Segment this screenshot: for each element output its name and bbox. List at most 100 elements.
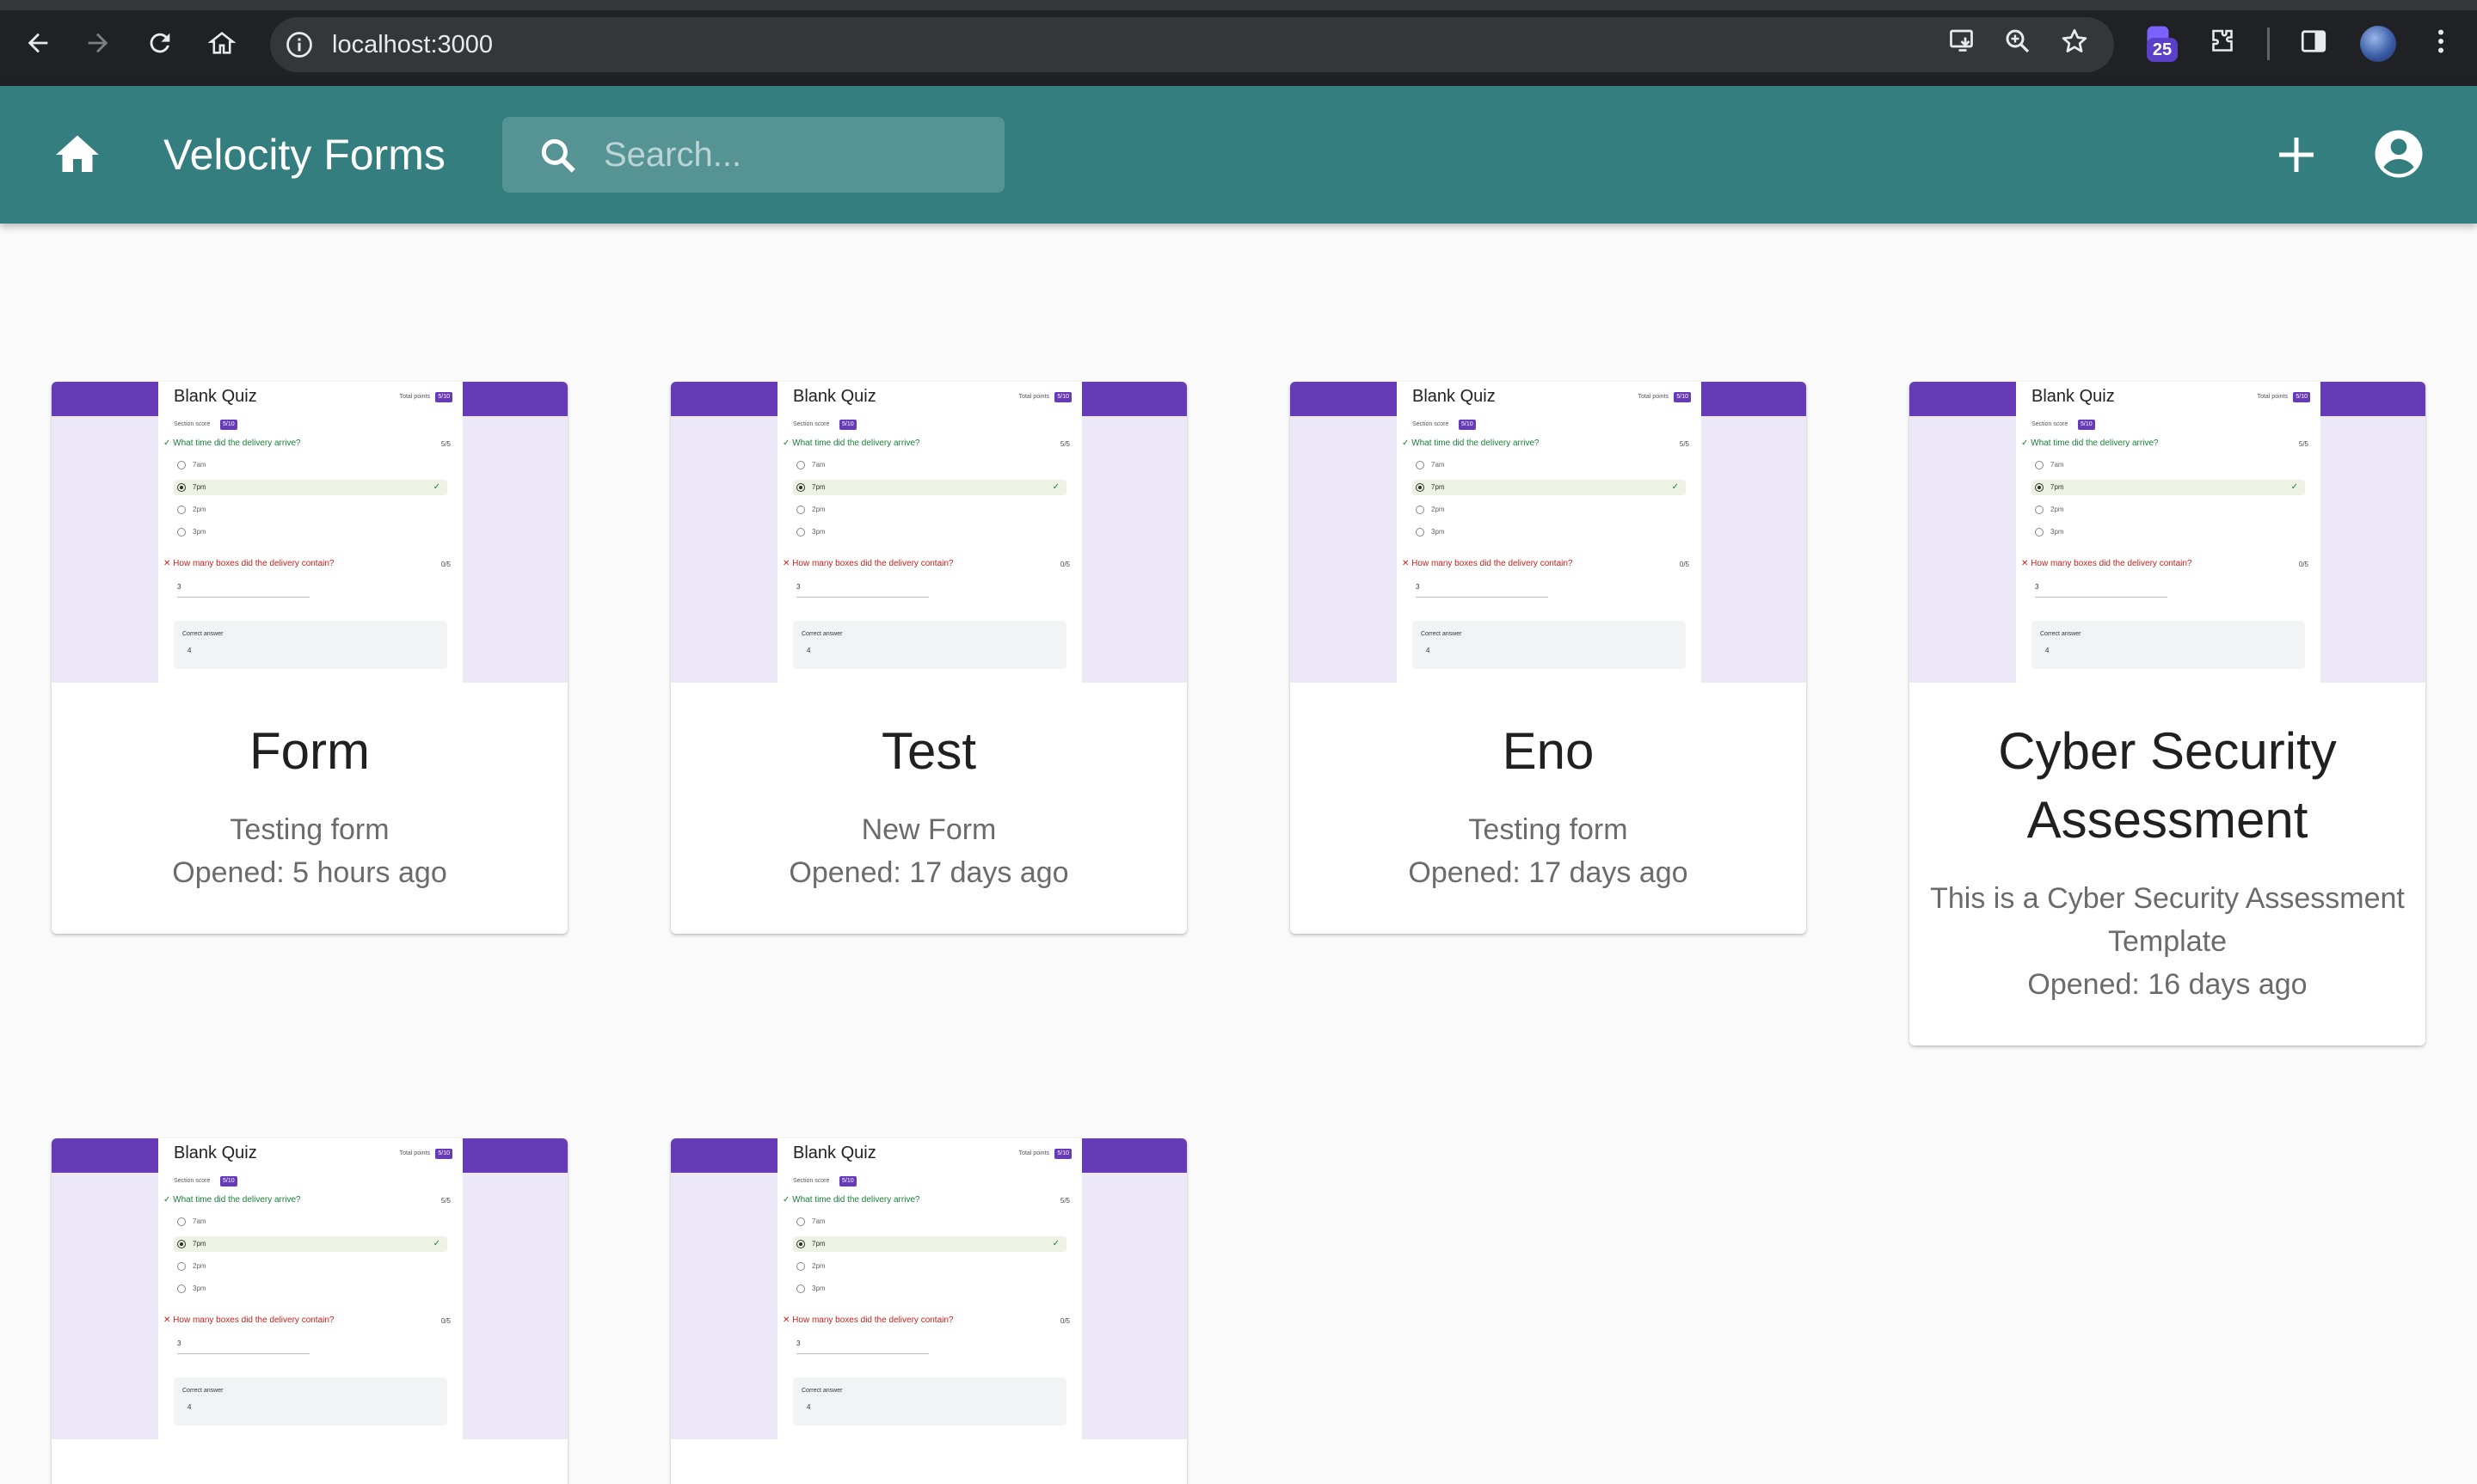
form-card[interactable]: Blank Quiz Total points 5/10 Section sco… [671,1138,1187,1484]
form-card-body [671,1439,1187,1484]
total-points-badge: 5/10 [1054,1149,1072,1159]
reload-icon[interactable] [143,26,177,60]
question-1-points: 5/5 [2298,440,2308,448]
answer-underline [177,1353,310,1354]
bookmark-star-icon[interactable] [2059,26,2090,61]
add-form-icon[interactable] [2271,129,2322,181]
form-preview-thumbnail: Blank Quiz Total points 5/10 Section sco… [52,382,568,683]
correct-answer-value: 4 [807,1403,811,1411]
side-panel-icon[interactable] [2298,26,2329,61]
correct-answer-label: Correct answer [1421,631,1462,637]
radio-icon [2035,460,2044,469]
option-label: 7am [1431,461,1445,469]
quiz-preview-page: Blank Quiz Total points 5/10 Section sco… [2016,382,2320,683]
profile-avatar[interactable] [2360,26,2396,62]
cross-icon: ✕ [163,1315,174,1325]
quiz-preview-title: Blank Quiz [793,1144,876,1162]
section-score-badge: 5/10 [220,420,237,430]
back-icon[interactable] [21,26,55,60]
section-score-label: Section score [793,1178,830,1184]
correct-answer-value: 4 [807,647,811,654]
correct-answer-box: Correct answer 4 [174,621,447,669]
question-2-answer: 3 [1416,583,1420,591]
option-label: 7am [812,461,826,469]
form-card[interactable]: Blank Quiz Total points 5/10 Section sco… [52,1138,568,1484]
answer-underline [796,1353,929,1354]
radio-selected-icon [177,1239,186,1248]
section-score-badge: 5/10 [839,420,857,430]
correct-answer-label: Correct answer [182,631,224,637]
check-icon: ✓ [163,1195,174,1205]
install-app-icon[interactable] [1947,26,1978,61]
form-preview-thumbnail: Blank Quiz Total points 5/10 Section sco… [1290,382,1806,683]
correct-answer-value: 4 [187,1403,192,1411]
form-preview-thumbnail: Blank Quiz Total points 5/10 Section sco… [52,1138,568,1439]
correct-answer-label: Correct answer [802,1388,843,1394]
correct-answer-value: 4 [2045,647,2050,654]
check-icon: ✓ [783,1195,793,1205]
form-card-body: Eno Testing form Opened: 17 days ago [1290,683,1806,934]
quiz-preview-page: Blank Quiz Total points 5/10 Section sco… [158,1138,463,1439]
question-1-text: What time did the delivery arrive? [2031,438,2159,448]
section-score-badge: 5/10 [2078,420,2095,430]
form-card[interactable]: Blank Quiz Total points 5/10 Section sco… [52,382,568,934]
radio-icon [796,505,805,514]
zoom-icon[interactable] [2002,26,2033,61]
address-bar[interactable]: localhost:3000 [270,17,2114,72]
radio-icon [177,1261,186,1271]
radio-icon [796,1261,805,1271]
radio-icon [177,1284,186,1293]
toolbar-divider [2267,28,2270,60]
question-1: ✓ What time did the delivery arrive? [783,438,920,448]
question-1: ✓ What time did the delivery arrive? [2021,438,2159,448]
browser-menu-icon[interactable] [2425,26,2456,61]
radio-selected-icon [1416,482,1424,492]
section-score-label: Section score [2031,421,2068,427]
check-icon: ✓ [1052,1239,1060,1248]
radio-icon [2035,505,2044,514]
form-last-opened: Opened: 16 days ago [2027,968,2308,1001]
option-label: 2pm [812,506,826,513]
form-card-body: Test New Form Opened: 17 days ago [671,683,1187,934]
site-info-icon[interactable] [284,29,315,60]
browser-home-icon[interactable] [205,26,239,60]
question-1-points: 5/5 [440,1197,451,1205]
quiz-preview-title: Blank Quiz [1412,387,1496,406]
question-1-text: What time did the delivery arrive? [173,438,301,448]
check-icon: ✓ [2290,482,2298,492]
total-points-label: Total points [2257,394,2288,400]
radio-icon [796,527,805,537]
total-points-badge: 5/10 [1674,392,1691,402]
form-title: Form [249,722,370,780]
question-2: ✕ How many boxes did the delivery contai… [163,1315,335,1325]
option-label: 2pm [1431,506,1445,513]
cross-icon: ✕ [783,559,793,568]
home-icon[interactable] [52,129,103,181]
question-1-points: 5/5 [1060,1197,1070,1205]
answer-underline [177,597,310,598]
option-item: 3pm [2035,524,2064,540]
app-title: Velocity Forms [163,131,446,179]
search-input[interactable] [604,117,982,193]
search-box[interactable] [502,117,1005,193]
form-title: Eno [1502,722,1595,780]
section-score-label: Section score [793,421,830,427]
cross-icon: ✕ [783,1315,793,1325]
form-card[interactable]: Blank Quiz Total points 5/10 Section sco… [1290,382,1806,934]
account-circle-icon[interactable] [2370,126,2427,182]
extensions-puzzle-icon[interactable] [2207,26,2238,61]
form-card[interactable]: Blank Quiz Total points 5/10 Section sco… [1909,382,2425,1046]
form-card[interactable]: Blank Quiz Total points 5/10 Section sco… [671,382,1187,934]
option-item: 7am [177,457,206,473]
option-item-selected: 7pm ✓ [1412,480,1686,495]
correct-answer-value: 4 [1426,647,1430,654]
question-2-text: How many boxes did the delivery contain? [1411,559,1573,568]
question-1: ✓ What time did the delivery arrive? [163,1195,301,1205]
form-description: Testing form [1468,813,1628,846]
form-description: New Form [861,813,997,846]
search-icon [541,138,575,173]
option-item: 3pm [1416,524,1445,540]
radio-icon [1416,460,1424,469]
form-card-body: Cyber Security Assessment This is a Cyber… [1909,683,2425,1046]
forward-icon[interactable] [81,26,115,60]
